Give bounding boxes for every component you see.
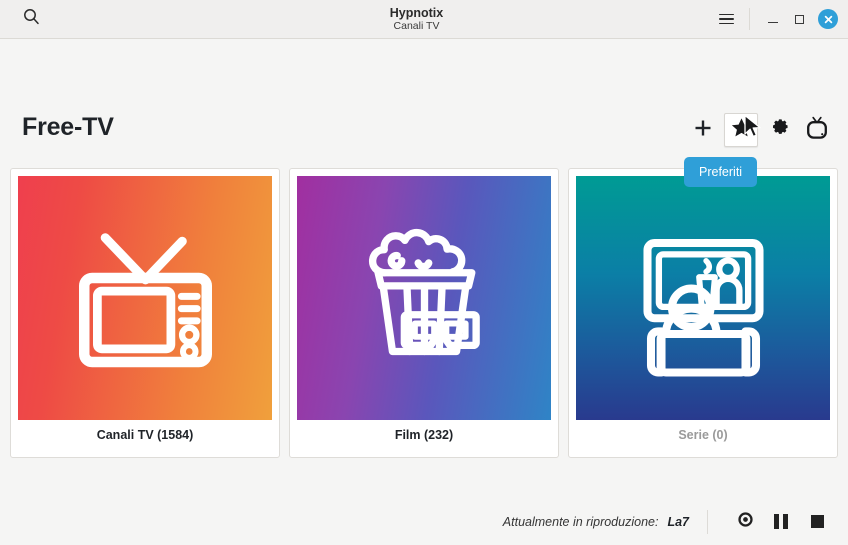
retro-tv-icon bbox=[58, 208, 233, 388]
close-button[interactable] bbox=[818, 9, 838, 29]
search-button[interactable] bbox=[18, 6, 44, 32]
tv-icon bbox=[805, 116, 829, 145]
window-title-block: Hypnotix Canali TV bbox=[120, 6, 713, 33]
now-playing-label: Attualmente in riproduzione: bbox=[502, 514, 659, 529]
star-icon bbox=[731, 117, 752, 143]
player-divider bbox=[707, 509, 708, 534]
favorites-button[interactable] bbox=[724, 113, 758, 147]
page-title: Free-TV bbox=[22, 113, 114, 141]
app-subtitle: Canali TV bbox=[393, 19, 440, 32]
stop-icon bbox=[810, 515, 824, 528]
show-video-button[interactable] bbox=[730, 507, 760, 537]
eye-icon bbox=[736, 510, 755, 534]
minimize-button[interactable] bbox=[760, 6, 786, 32]
card-artwork bbox=[576, 176, 830, 420]
tv-channels-button[interactable] bbox=[800, 113, 834, 147]
preferences-button[interactable] bbox=[762, 113, 796, 147]
player-bar: Attualmente in riproduzione: La7 bbox=[0, 498, 848, 545]
card-label: Film (232) bbox=[394, 428, 454, 442]
pause-button[interactable] bbox=[766, 507, 796, 537]
titlebar-divider bbox=[749, 8, 750, 30]
card-label: Canali TV (1584) bbox=[96, 428, 194, 442]
now-playing-value: La7 bbox=[667, 514, 689, 529]
pause-icon bbox=[774, 514, 788, 529]
app-title: Hypnotix bbox=[389, 5, 444, 20]
card-artwork bbox=[18, 176, 272, 420]
person-watching-tv-icon bbox=[616, 208, 791, 388]
card-label: Serie (0) bbox=[678, 428, 728, 442]
window-controls bbox=[713, 6, 848, 32]
tooltip-preferiti: Preferiti bbox=[684, 157, 758, 187]
hamburger-menu-button[interactable] bbox=[713, 6, 739, 32]
card-canali-tv[interactable]: Canali TV (1584) bbox=[10, 168, 280, 458]
stop-button[interactable] bbox=[802, 507, 832, 537]
close-icon bbox=[823, 14, 834, 25]
page-header: Free-TV bbox=[0, 39, 848, 158]
plus-icon bbox=[693, 118, 713, 143]
gear-icon bbox=[769, 117, 790, 143]
card-serie[interactable]: Serie (0) bbox=[568, 168, 838, 458]
title-bar: Hypnotix Canali TV bbox=[0, 0, 848, 39]
minimize-icon bbox=[768, 21, 778, 24]
card-film[interactable]: Film (232) bbox=[289, 168, 559, 458]
card-artwork bbox=[297, 176, 551, 420]
maximize-button[interactable] bbox=[786, 6, 812, 32]
title-bar-left bbox=[0, 6, 120, 32]
popcorn-3d-glasses-icon bbox=[337, 208, 512, 388]
maximize-icon bbox=[794, 14, 804, 24]
hamburger-menu-icon bbox=[718, 13, 734, 25]
category-card-grid: Canali TV (1584) Film (232) Serie (0) bbox=[10, 168, 838, 458]
add-button[interactable] bbox=[686, 113, 720, 147]
search-icon bbox=[23, 8, 40, 30]
header-toolbar bbox=[686, 113, 834, 147]
